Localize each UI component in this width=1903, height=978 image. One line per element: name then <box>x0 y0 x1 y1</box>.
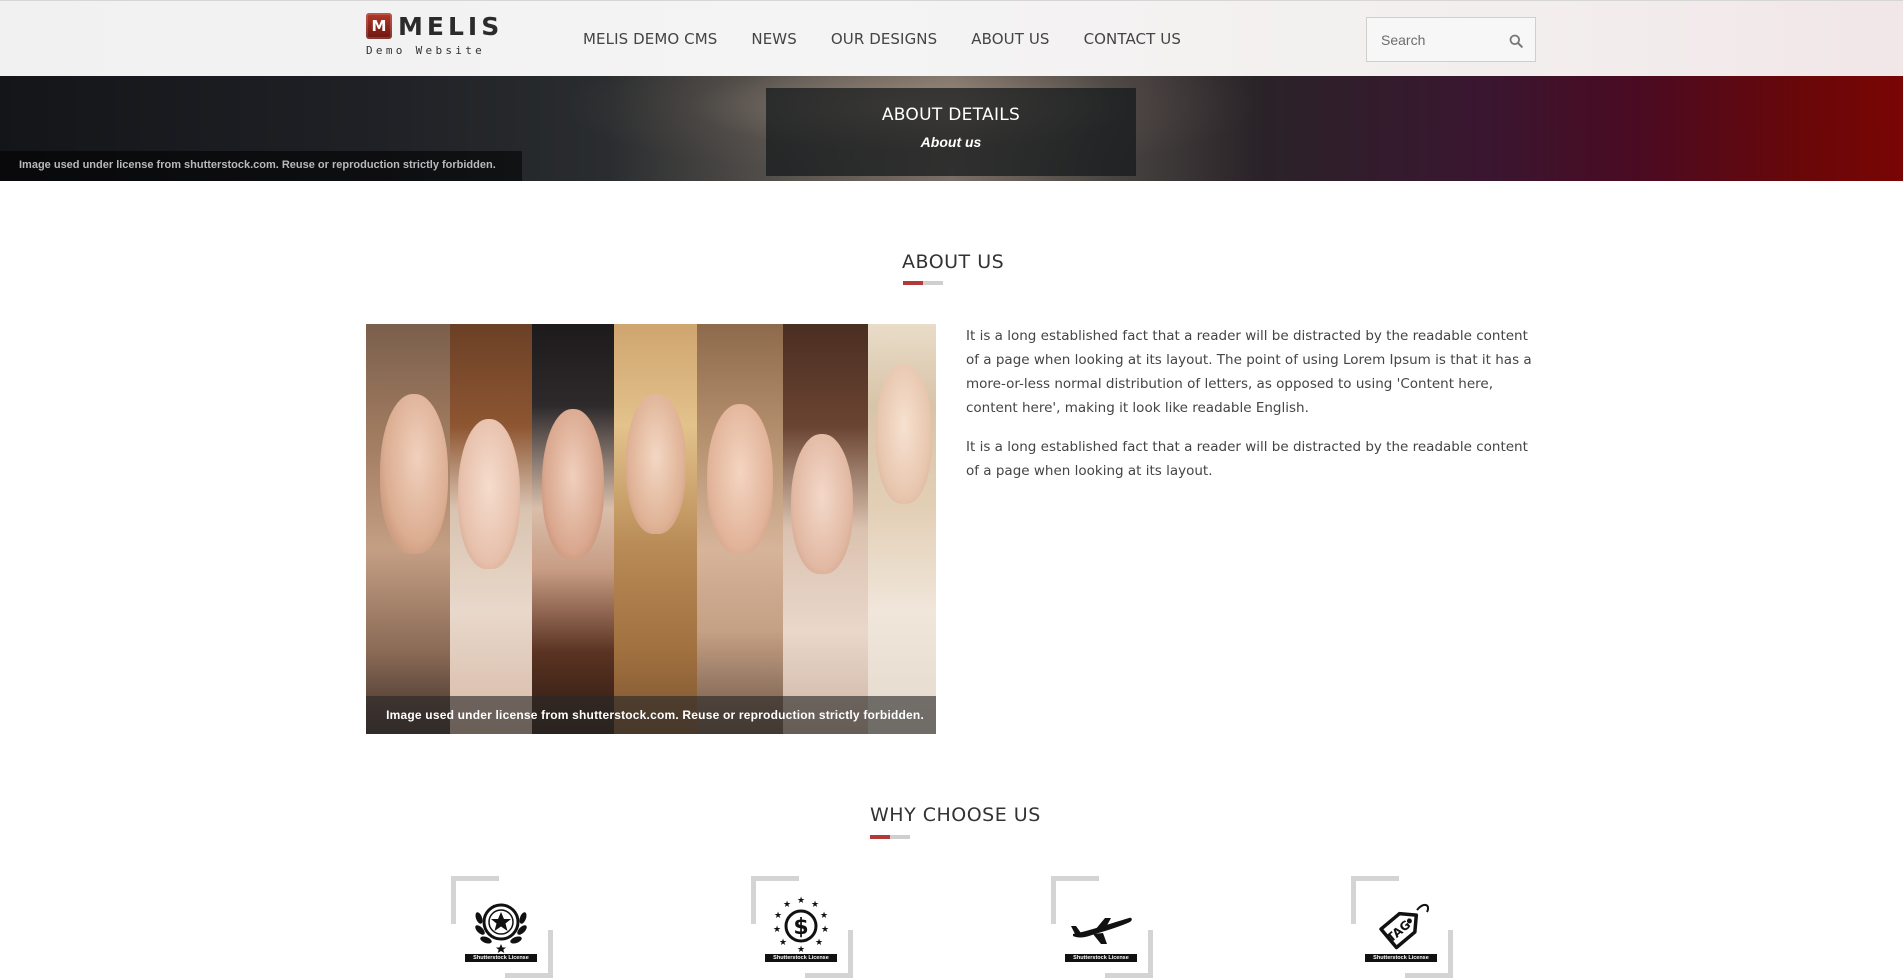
feature-card-4: TAG Shutterstock License <box>1351 876 1453 978</box>
collage-license-notice: Image used under license from shuttersto… <box>366 696 936 734</box>
collage-license-text: Image used under license from shuttersto… <box>386 708 924 722</box>
svg-text:★: ★ <box>783 900 791 910</box>
logo-wordmark: MELIS <box>398 12 504 41</box>
airplane-icon <box>1071 917 1132 944</box>
main-nav: MELIS DEMO CMS NEWS OUR DESIGNS ABOUT US… <box>583 28 1215 50</box>
laurel-star-icon <box>475 903 527 953</box>
svg-text:★: ★ <box>797 896 805 906</box>
nav-item-contact-us[interactable]: CONTACT US <box>1084 28 1181 50</box>
about-text-block: It is a long established fact that a rea… <box>966 324 1541 498</box>
about-image-collage: Image used under license from shuttersto… <box>366 324 936 734</box>
svg-text:★: ★ <box>821 925 829 935</box>
shutterstock-stamp: Shutterstock License <box>465 954 537 962</box>
site-header: M MELIS Demo Website MELIS DEMO CMS NEWS… <box>0 0 1903 76</box>
why-title-underline <box>870 835 910 839</box>
nav-item-news[interactable]: NEWS <box>751 28 796 50</box>
search-box <box>1366 17 1536 62</box>
logo-badge-icon: M <box>366 13 392 39</box>
svg-text:★: ★ <box>820 911 828 921</box>
svg-text:$: $ <box>793 915 808 940</box>
banner-title: ABOUT DETAILS <box>881 105 1021 125</box>
search-icon[interactable] <box>1509 34 1523 48</box>
svg-text:★: ★ <box>811 900 819 910</box>
about-section-title: ABOUT US <box>902 251 1005 273</box>
banner-license-notice: Image used under license from shuttersto… <box>0 151 522 181</box>
shutterstock-stamp: Shutterstock License <box>1065 954 1137 962</box>
shutterstock-stamp: Shutterstock License <box>765 954 837 962</box>
why-section-title: WHY CHOOSE US <box>870 804 1041 826</box>
svg-text:★: ★ <box>774 911 782 921</box>
about-title-underline <box>903 281 943 285</box>
banner-subtitle: About us <box>920 134 982 150</box>
banner-license-text: Image used under license from shuttersto… <box>19 159 496 171</box>
banner-title-box: ABOUT DETAILS About us <box>766 88 1136 176</box>
nav-item-melis-demo-cms[interactable]: MELIS DEMO CMS <box>583 28 717 50</box>
feature-card-2: $ ★ ★ ★ ★ ★ ★ ★ ★ ★ ★ Shutterstock Licen… <box>751 876 853 978</box>
page-banner: ABOUT DETAILS About us Image used under … <box>0 76 1903 181</box>
site-logo[interactable]: M MELIS Demo Website <box>366 13 499 59</box>
feature-card-1: Shutterstock License <box>451 876 553 978</box>
feature-card-3: Shutterstock License <box>1051 876 1153 978</box>
svg-text:★: ★ <box>773 925 781 935</box>
dollar-stars-icon: $ ★ ★ ★ ★ ★ ★ ★ ★ ★ ★ <box>773 896 829 955</box>
svg-text:★: ★ <box>779 938 787 948</box>
tag-icon: TAG <box>1379 904 1429 950</box>
search-input[interactable] <box>1381 30 1501 50</box>
shutterstock-stamp: Shutterstock License <box>1365 954 1437 962</box>
svg-text:★: ★ <box>815 938 823 948</box>
nav-item-our-designs[interactable]: OUR DESIGNS <box>831 28 937 50</box>
about-paragraph: It is a long established fact that a rea… <box>966 328 1532 416</box>
logo-tagline: Demo Website <box>366 44 486 57</box>
about-paragraph: It is a long established fact that a rea… <box>966 439 1528 479</box>
nav-item-about-us[interactable]: ABOUT US <box>971 28 1049 50</box>
